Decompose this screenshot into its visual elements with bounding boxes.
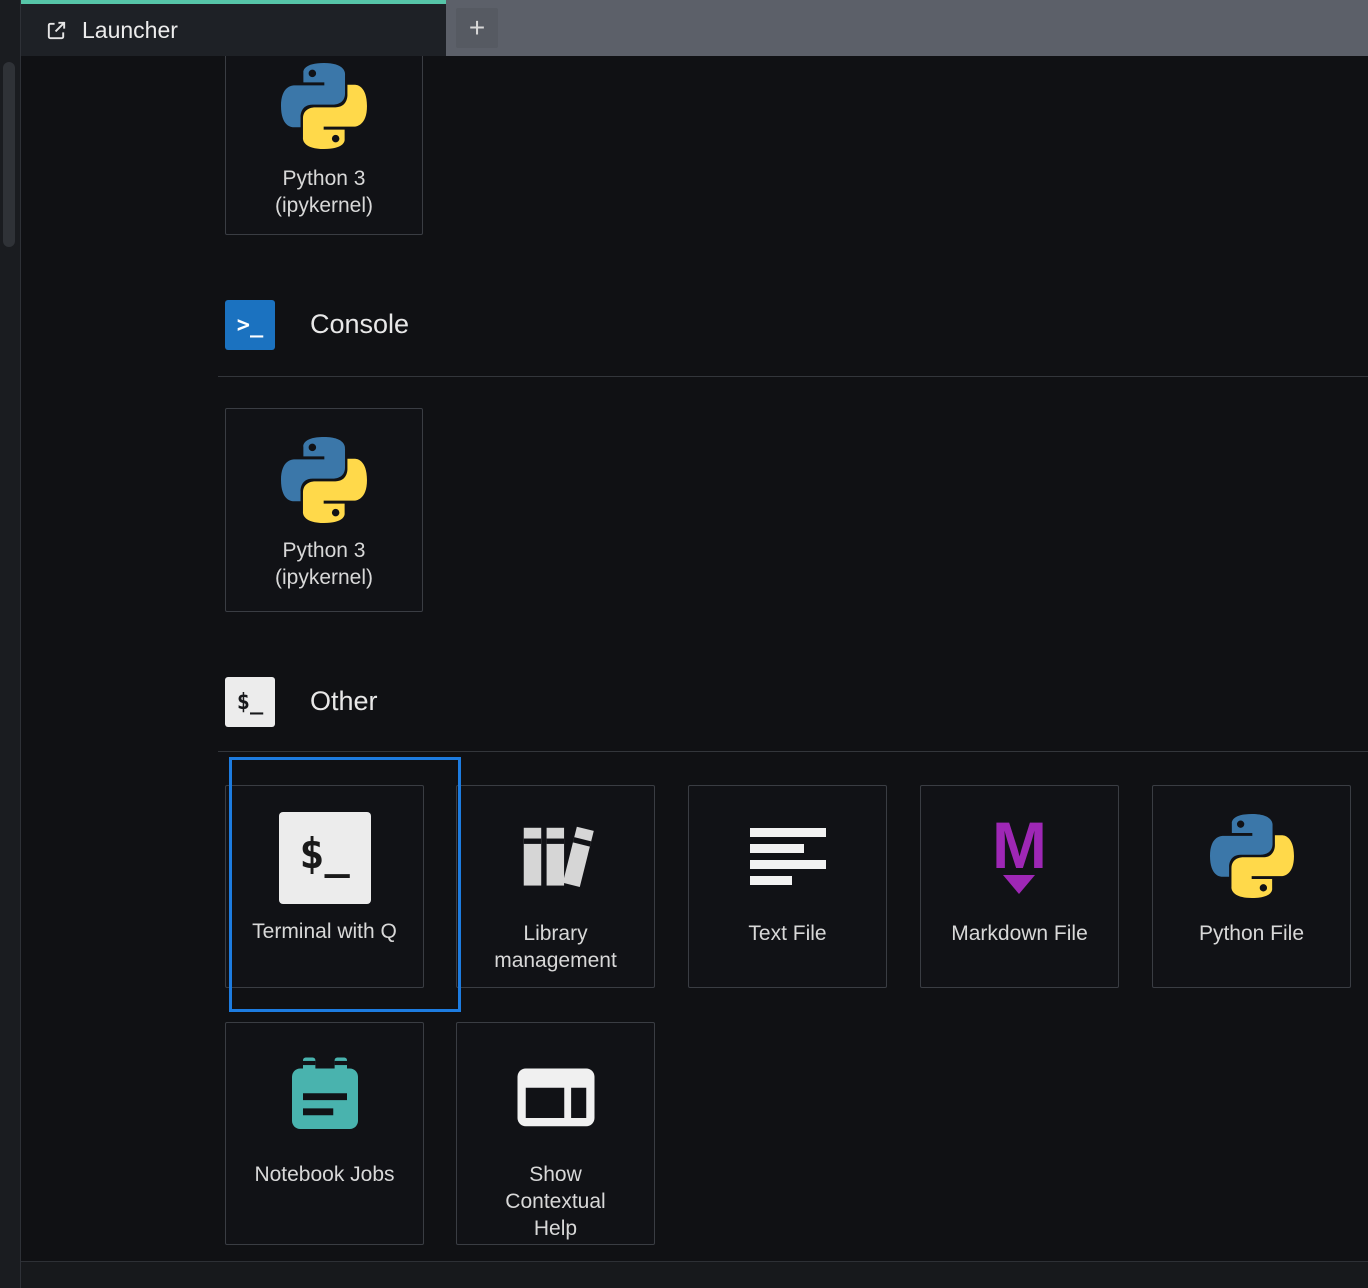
scrollbar-thumb[interactable] [3, 62, 15, 247]
section-title-other: Other [310, 686, 378, 716]
python-icon [281, 437, 367, 523]
launcher-card-library-management[interactable]: Library management [456, 785, 655, 988]
card-label: Text File [748, 922, 827, 945]
launcher-card-notebook-python3[interactable]: Python 3 (ipykernel) [225, 30, 423, 235]
terminal-icon: $_ [225, 677, 275, 727]
launcher-card-notebook-jobs[interactable]: Notebook Jobs [225, 1022, 424, 1245]
terminal-icon: $_ [278, 798, 371, 918]
contextual-help-icon [512, 1031, 600, 1161]
launcher-body: Python 3 (ipykernel) >_ Console Python 3… [21, 0, 1368, 1262]
python-icon [1209, 792, 1294, 920]
left-sidebar-strip [0, 0, 21, 1288]
launcher-card-show-contextual-help[interactable]: Show Contextual Help [456, 1022, 655, 1245]
bottom-strip [21, 1261, 1368, 1288]
card-label: Python 3 (ipykernel) [274, 167, 374, 217]
launcher-card-markdown-file[interactable]: M Markdown File [920, 785, 1119, 988]
calendar-jobs-icon [281, 1031, 369, 1161]
section-title-console: Console [310, 309, 410, 339]
console-icon: >_ [225, 300, 275, 350]
python-icon [281, 63, 367, 149]
launcher-card-python-file[interactable]: Python File [1152, 785, 1351, 988]
section-divider [218, 376, 1368, 377]
library-books-icon [513, 792, 599, 920]
card-label: Library management [494, 922, 617, 972]
launcher-card-text-file[interactable]: Text File [688, 785, 887, 988]
text-lines-icon [748, 792, 828, 920]
section-divider [218, 751, 1368, 752]
card-label: Show Contextual Help [505, 1163, 606, 1240]
card-label: Python File [1198, 922, 1305, 945]
launcher-card-console-python3[interactable]: Python 3 (ipykernel) [225, 408, 423, 612]
card-label: Python 3 (ipykernel) [274, 539, 374, 589]
tab-launcher[interactable]: Launcher [21, 0, 446, 56]
tab-label: Launcher [82, 16, 178, 43]
card-label: Markdown File [951, 922, 1088, 945]
markdown-icon: M [992, 792, 1047, 920]
card-label: Notebook Jobs [254, 1163, 395, 1186]
card-label: Terminal with Q [252, 920, 397, 943]
launcher-card-terminal-with-q[interactable]: $_ Terminal with Q [225, 785, 424, 988]
launcher-icon [45, 19, 68, 42]
tab-bar: Launcher + [21, 0, 1368, 56]
new-tab-button[interactable]: + [456, 8, 498, 48]
